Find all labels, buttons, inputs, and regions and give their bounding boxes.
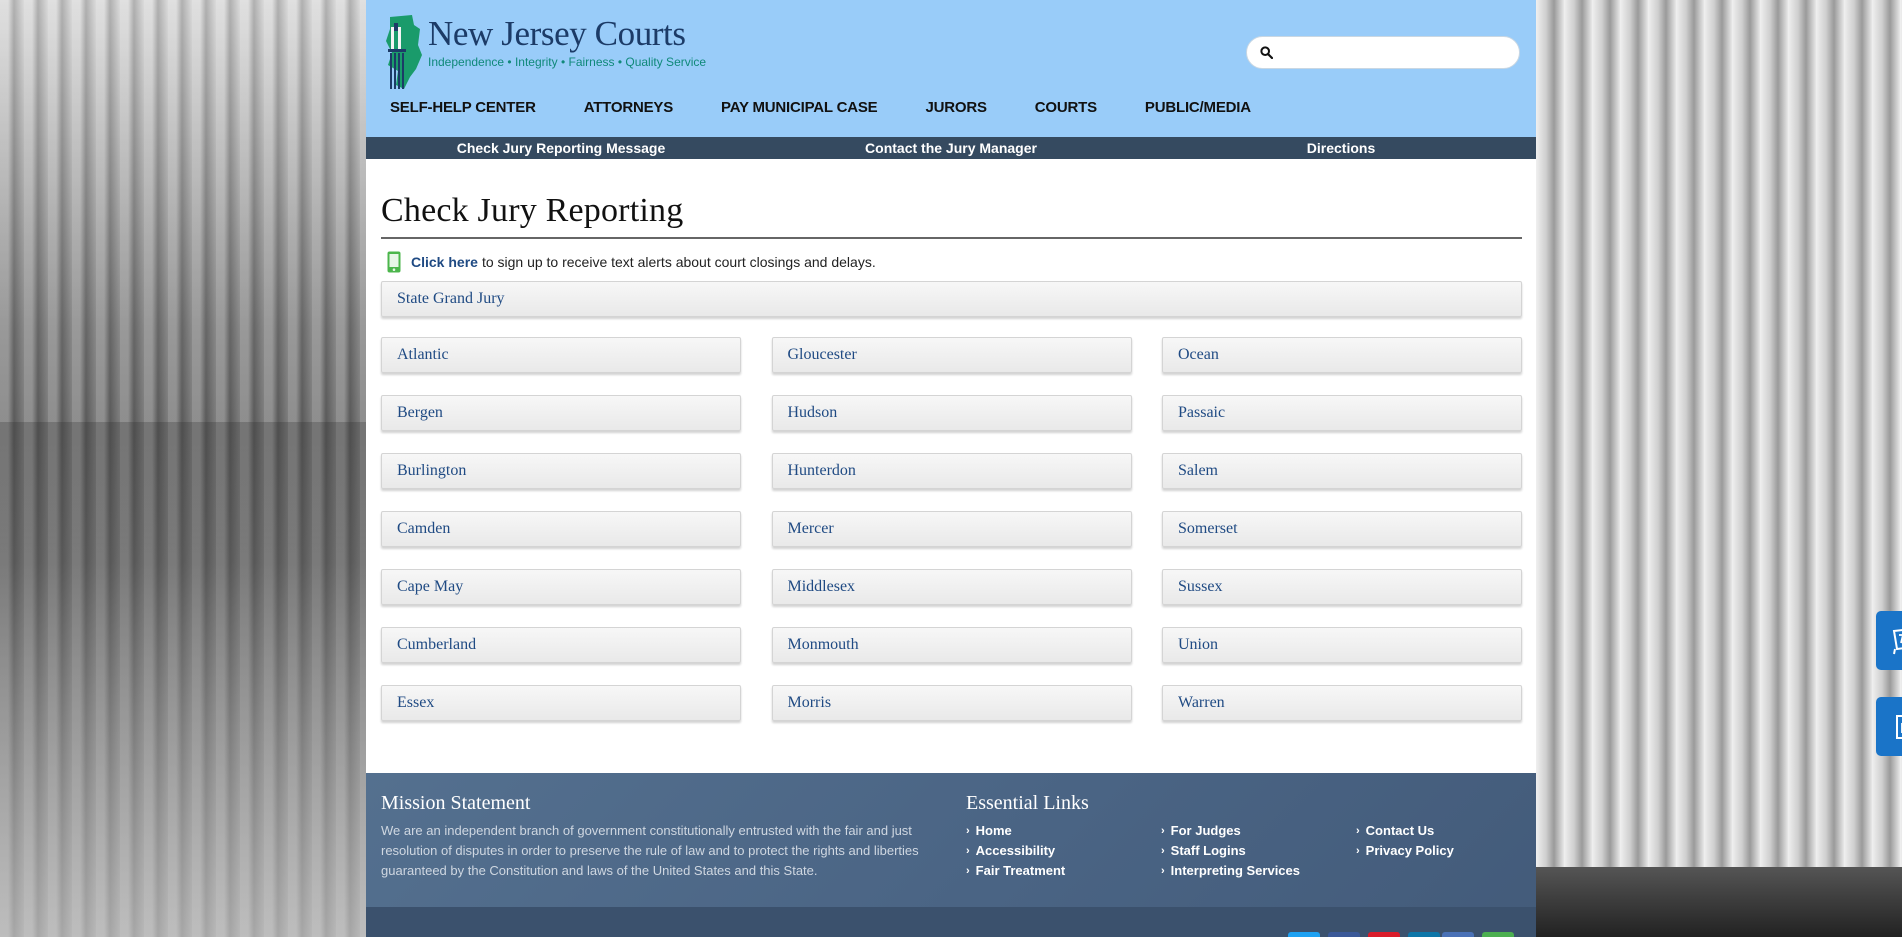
facebook-icon[interactable]: [1328, 932, 1360, 937]
translate-button[interactable]: [1876, 611, 1902, 670]
footer-link-for-judges[interactable]: › For Judges: [1161, 821, 1356, 841]
essential-links: Essential Links › Home › For Judges › Conta…: [966, 791, 1526, 881]
county-button-gloucester[interactable]: Gloucester: [771, 337, 1132, 373]
subnav-check-jury-reporting-message[interactable]: Check Jury Reporting Message: [366, 137, 756, 159]
footer-bottom-bar: [366, 907, 1536, 937]
text-alert-banner: Click here to sign up to receive text al…: [381, 251, 1522, 273]
site-footer: Mission Statement We are an independent …: [366, 773, 1536, 937]
search-input[interactable]: [1281, 41, 1513, 67]
nav-item-courts[interactable]: COURTS: [1035, 99, 1097, 116]
state-grand-jury-button[interactable]: State Grand Jury: [381, 281, 1522, 317]
sub-nav: Check Jury Reporting Message Contact the…: [366, 137, 1536, 159]
footer-link-contact-us[interactable]: › Contact Us: [1356, 821, 1526, 841]
flickr-icon[interactable]: [1442, 932, 1474, 937]
essential-links-heading: Essential Links: [966, 792, 1089, 814]
chevron-right-icon: ›: [1356, 825, 1360, 837]
footer-link-staff-logins[interactable]: › Staff Logins: [1161, 841, 1356, 861]
county-button-somerset[interactable]: Somerset: [1162, 511, 1522, 547]
logo-title: New Jersey Courts: [428, 14, 686, 53]
main-nav: SELF-HELP CENTER ATTORNEYS PAY MUNICIPAL…: [390, 99, 1299, 116]
footer-link-accessibility[interactable]: › Accessibility: [966, 841, 1161, 861]
county-button-cape-may[interactable]: Cape May: [381, 569, 741, 605]
subnav-directions[interactable]: Directions: [1146, 137, 1536, 159]
county-button-essex[interactable]: Essex: [381, 685, 741, 721]
site-header: New Jersey Courts Independence • Integri…: [366, 0, 1536, 137]
mission-statement: Mission Statement We are an independent …: [381, 791, 946, 881]
county-button-hunterdon[interactable]: Hunterdon: [771, 453, 1132, 489]
text-alert-description: to sign up to receive text alerts about …: [481, 254, 876, 270]
county-grid: Atlantic Gloucester Ocean Bergen Hudson …: [381, 337, 1522, 721]
county-button-salem[interactable]: Salem: [1162, 453, 1522, 489]
nav-item-jurors[interactable]: JURORS: [925, 99, 987, 116]
translate-flag-icon: [1892, 629, 1902, 655]
nav-item-attorneys[interactable]: ATTORNEYS: [584, 99, 674, 116]
county-button-morris[interactable]: Morris: [771, 685, 1132, 721]
footer-link-privacy-policy[interactable]: › Privacy Policy: [1356, 841, 1526, 861]
background-columns-left: [0, 0, 366, 937]
county-button-hudson[interactable]: Hudson: [771, 395, 1132, 431]
search-icon[interactable]: [1260, 46, 1273, 59]
chevron-right-icon: ›: [966, 825, 970, 837]
document-accessibility-icon: [1896, 715, 1902, 739]
nav-item-public-media[interactable]: PUBLIC/MEDIA: [1145, 99, 1251, 116]
site-logo[interactable]: New Jersey Courts Independence • Integri…: [382, 15, 706, 93]
county-button-bergen[interactable]: Bergen: [381, 395, 741, 431]
county-button-cumberland[interactable]: Cumberland: [381, 627, 741, 663]
county-button-atlantic[interactable]: Atlantic: [381, 337, 741, 373]
twitter-icon[interactable]: [1288, 932, 1320, 937]
chevron-right-icon: ›: [1161, 865, 1165, 877]
nav-item-self-help-center[interactable]: SELF-HELP CENTER: [390, 99, 536, 116]
mission-text: We are an independent branch of governme…: [381, 823, 919, 878]
chevron-right-icon: ›: [966, 845, 970, 857]
text-alert-signup-link[interactable]: Click here: [411, 254, 478, 270]
accessibility-button[interactable]: [1876, 697, 1902, 756]
subnav-contact-jury-manager[interactable]: Contact the Jury Manager: [756, 137, 1146, 159]
county-button-sussex[interactable]: Sussex: [1162, 569, 1522, 605]
county-button-union[interactable]: Union: [1162, 627, 1522, 663]
footer-link-interpreting-services[interactable]: › Interpreting Services: [1161, 861, 1356, 881]
nj-state-logo-icon: [386, 15, 422, 89]
county-button-burlington[interactable]: Burlington: [381, 453, 741, 489]
county-button-ocean[interactable]: Ocean: [1162, 337, 1522, 373]
youtube-icon[interactable]: [1368, 932, 1400, 937]
main-content: Check Jury Reporting Click here to sign …: [381, 159, 1522, 721]
county-button-camden[interactable]: Camden: [381, 511, 741, 547]
county-button-warren[interactable]: Warren: [1162, 685, 1522, 721]
county-button-middlesex[interactable]: Middlesex: [771, 569, 1132, 605]
nav-item-pay-municipal-case[interactable]: PAY MUNICIPAL CASE: [721, 99, 878, 116]
footer-link-fair-treatment[interactable]: › Fair Treatment: [966, 861, 1161, 881]
logo-tagline: Independence • Integrity • Fairness • Qu…: [428, 55, 707, 69]
chevron-right-icon: ›: [1161, 845, 1165, 857]
background-columns-right: [1536, 0, 1902, 937]
county-button-passaic[interactable]: Passaic: [1162, 395, 1522, 431]
chevron-right-icon: ›: [966, 865, 970, 877]
county-button-mercer[interactable]: Mercer: [771, 511, 1132, 547]
chevron-right-icon: ›: [1161, 825, 1165, 837]
county-button-monmouth[interactable]: Monmouth: [771, 627, 1132, 663]
mission-heading: Mission Statement: [381, 792, 531, 814]
mobile-phone-icon: [387, 251, 401, 273]
chevron-right-icon: ›: [1356, 845, 1360, 857]
page-title: Check Jury Reporting: [381, 191, 1522, 239]
footer-link-home[interactable]: › Home: [966, 821, 1161, 841]
search-box: [1246, 36, 1520, 69]
page-container: New Jersey Courts Independence • Integri…: [366, 0, 1536, 937]
linkedin-icon[interactable]: [1408, 932, 1440, 937]
rss-icon[interactable]: [1482, 932, 1514, 937]
